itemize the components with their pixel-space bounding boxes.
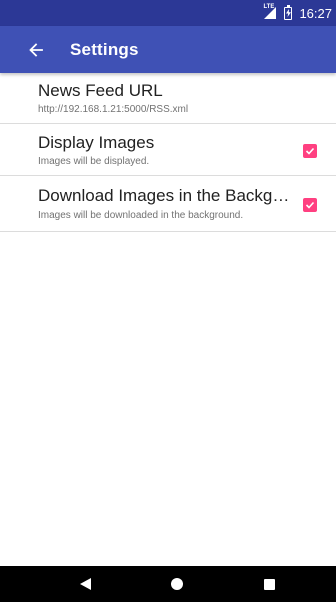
settings-screen: LTE 16:27 Settings News Feed URL http://… [0, 0, 336, 602]
status-bar: LTE 16:27 [0, 0, 336, 26]
checkmark-icon [305, 147, 315, 155]
pref-title: Display Images [38, 133, 155, 152]
pref-summary: Images will be downloaded in the backgro… [38, 210, 244, 221]
pref-news-feed-url[interactable]: News Feed URL http://192.168.1.21:5000/R… [0, 73, 336, 124]
download-images-checkbox[interactable] [303, 198, 317, 212]
pref-display-images[interactable]: Display Images Images will be displayed. [0, 124, 336, 176]
app-bar: Settings [0, 26, 336, 73]
checkmark-icon [305, 201, 315, 209]
pref-summary: http://192.168.1.21:5000/RSS.xml [38, 104, 189, 115]
navigation-bar [0, 566, 336, 602]
back-arrow-icon[interactable] [26, 40, 46, 60]
page-title: Settings [70, 39, 139, 59]
display-images-checkbox[interactable] [303, 144, 317, 158]
pref-title: News Feed URL [38, 81, 163, 100]
signal-icon: LTE [263, 4, 277, 19]
home-circle-icon[interactable] [167, 566, 187, 602]
recents-square-icon[interactable] [259, 566, 279, 602]
pref-download-images-background[interactable]: Download Images in the Background Images… [0, 176, 336, 232]
network-type-label: LTE [263, 4, 275, 10]
back-triangle-icon[interactable] [76, 566, 96, 602]
pref-title: Download Images in the Background [38, 186, 292, 205]
status-time: 16:27 [299, 5, 332, 21]
battery-charging-icon [284, 4, 293, 20]
pref-summary: Images will be displayed. [38, 156, 150, 167]
